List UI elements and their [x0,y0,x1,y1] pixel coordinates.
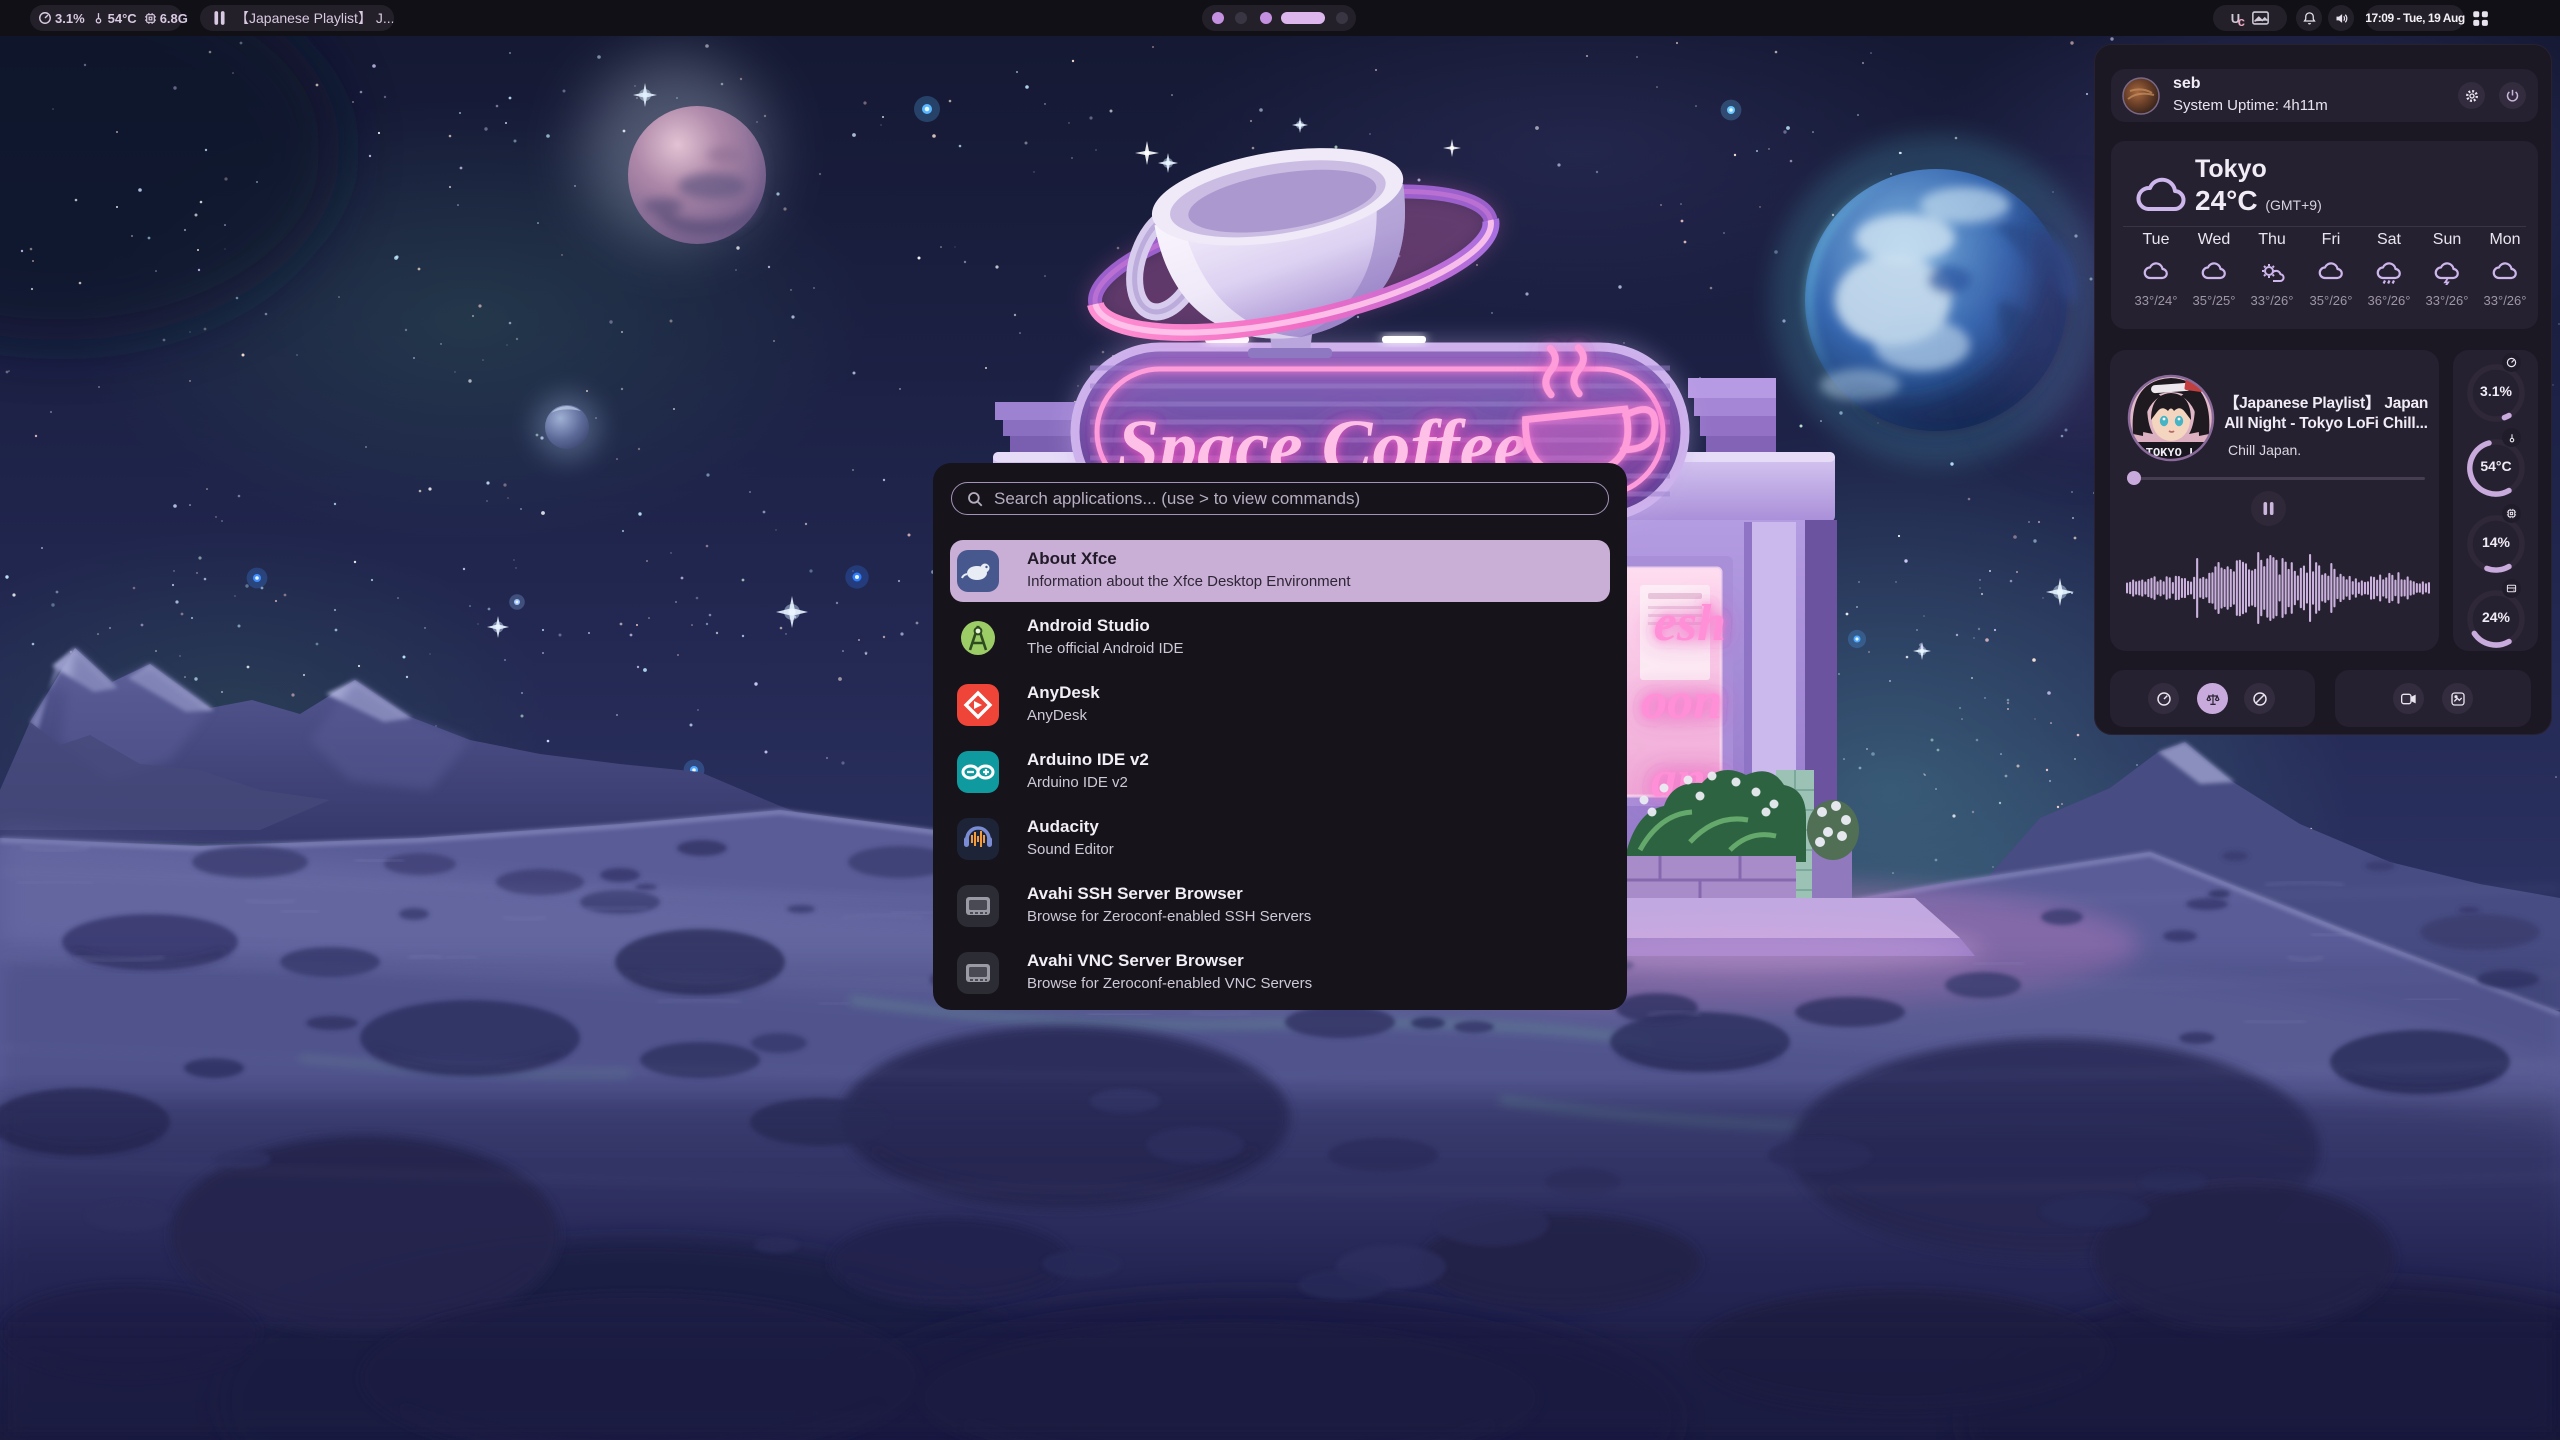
svg-text:TOKYO L: TOKYO L [2146,446,2196,460]
svg-text:esh: esh [1654,595,1726,652]
svg-text:oon: oon [1641,673,1722,730]
